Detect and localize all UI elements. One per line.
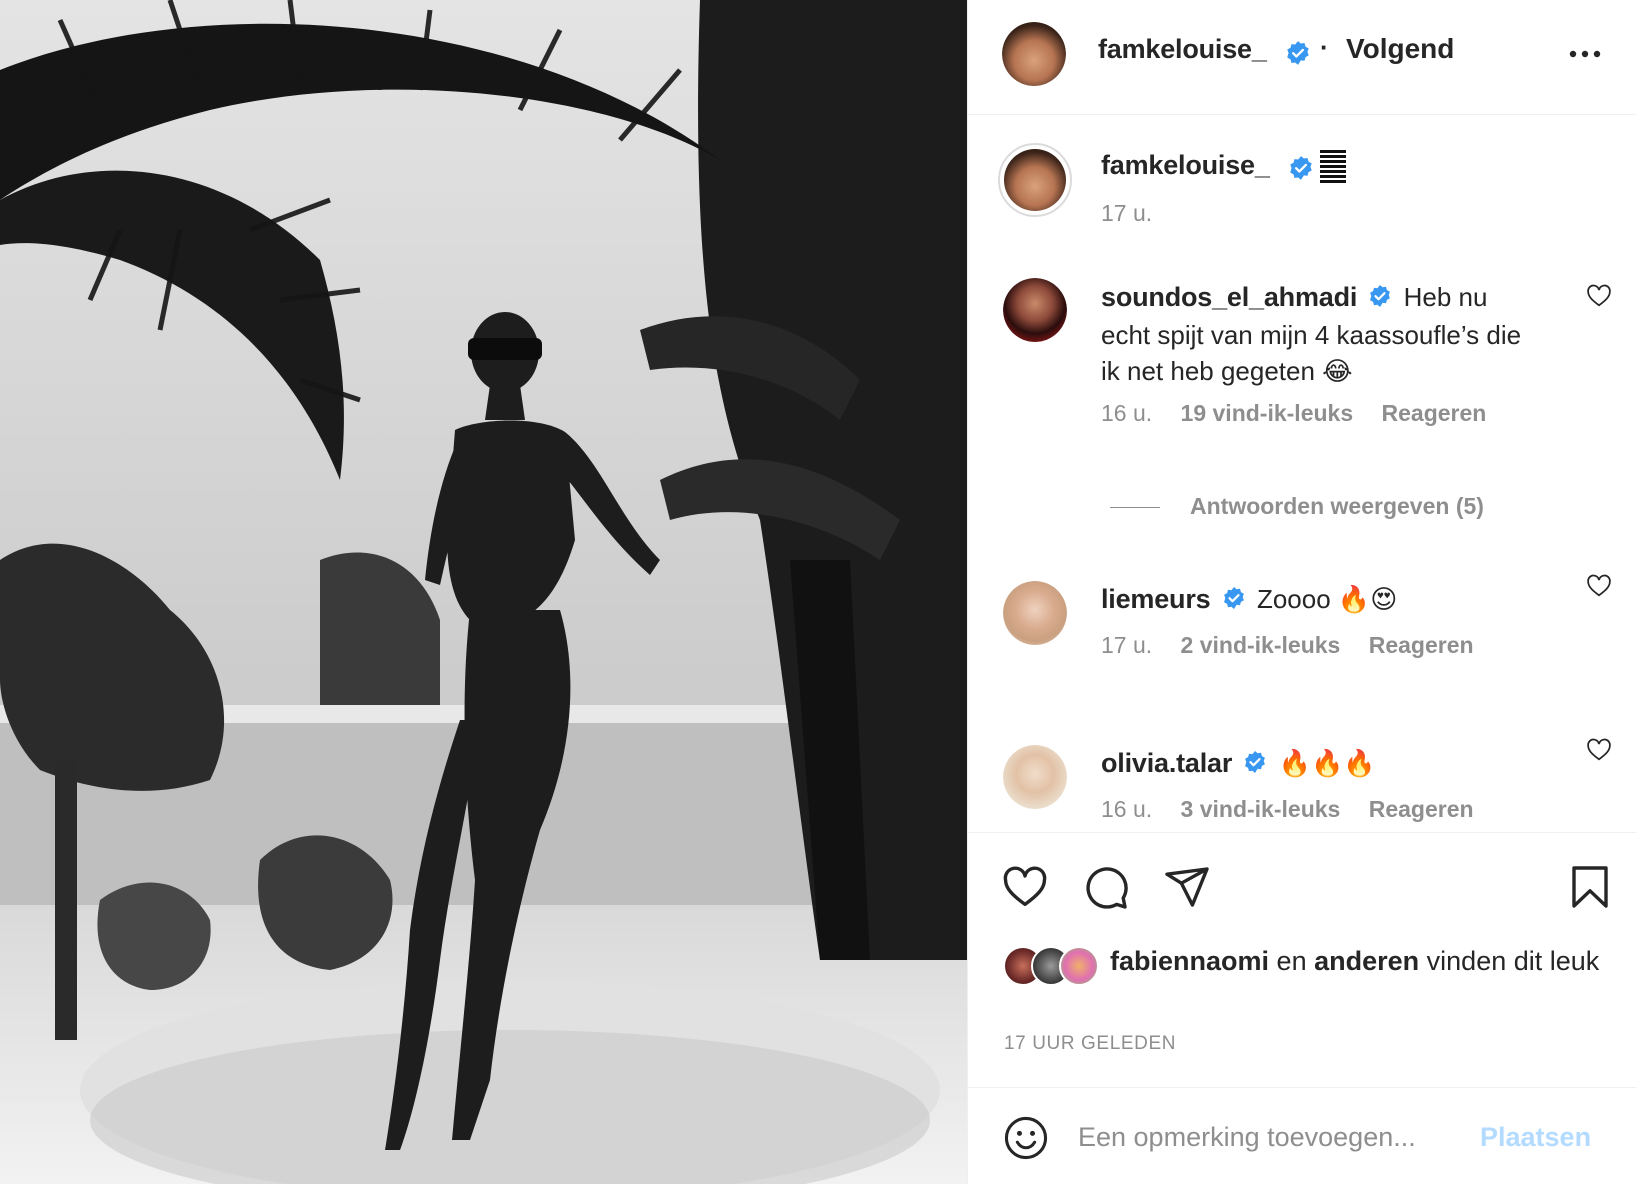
comment-input[interactable] xyxy=(1078,1116,1458,1158)
verified-badge-icon xyxy=(1288,155,1314,186)
comment-text: Zoooo 🔥😍 xyxy=(1256,584,1398,614)
reply-button[interactable]: Reageren xyxy=(1369,632,1474,658)
caption-username-link[interactable]: famkelouise_ xyxy=(1101,150,1270,181)
flag-emoji-icon xyxy=(1320,149,1346,188)
commenter-avatar[interactable] xyxy=(1003,278,1067,342)
commenter-avatar[interactable] xyxy=(1003,745,1067,809)
commenter-username-link[interactable]: liemeurs xyxy=(1101,584,1211,614)
comment-likes-link[interactable]: 3 vind-ik-leuks xyxy=(1181,796,1341,822)
more-options-icon[interactable] xyxy=(1565,40,1605,68)
verified-badge-icon xyxy=(1243,747,1267,783)
verified-badge-icon xyxy=(1285,40,1311,71)
caption-time[interactable]: 17 u. xyxy=(1101,200,1152,227)
comment-body: liemeurs Zoooo 🔥😍 xyxy=(1101,581,1541,619)
post-photo[interactable] xyxy=(0,0,967,1184)
like-comment-heart-icon[interactable] xyxy=(1586,737,1612,761)
comment-bubble-icon[interactable] xyxy=(1082,863,1130,911)
separator-dot: · xyxy=(1320,32,1329,62)
post-header: famkelouise_ · Volgend xyxy=(968,0,1636,115)
comments-list[interactable]: famkelouise_ 17 u. soundos_el_ahmadi Heb… xyxy=(968,115,1636,832)
likes-others-link[interactable]: anderen xyxy=(1314,946,1419,976)
following-button[interactable]: Volgend xyxy=(1346,33,1454,65)
commenter-username-link[interactable]: soundos_el_ahmadi xyxy=(1101,282,1357,312)
comment-likes-link[interactable]: 2 vind-ik-leuks xyxy=(1181,632,1341,658)
reply-button[interactable]: Reageren xyxy=(1369,796,1474,822)
liked-by-summary: fabiennaomi en anderen vinden dit leuk xyxy=(1110,943,1610,979)
verified-badge-icon xyxy=(1222,583,1246,619)
liked-by-connector: en xyxy=(1276,946,1307,976)
bookmark-icon[interactable] xyxy=(1566,863,1614,911)
comment-text: 🔥🔥🔥 xyxy=(1278,748,1376,778)
reply-button[interactable]: Reageren xyxy=(1382,400,1487,426)
liker-username-link[interactable]: fabiennaomi xyxy=(1110,946,1269,976)
liker-avatars[interactable] xyxy=(1003,946,1113,986)
verified-badge-icon xyxy=(1368,281,1392,317)
commenter-avatar[interactable] xyxy=(1003,581,1067,645)
heart-icon[interactable] xyxy=(1001,863,1049,911)
author-avatar[interactable] xyxy=(1002,22,1066,86)
comment-body: olivia.talar 🔥🔥🔥 xyxy=(1101,745,1541,783)
paper-plane-icon[interactable] xyxy=(1163,863,1211,911)
comment-time[interactable]: 17 u. xyxy=(1101,632,1152,658)
smiley-icon[interactable] xyxy=(1003,1115,1049,1161)
like-comment-heart-icon[interactable] xyxy=(1586,283,1612,307)
post-sidebar: famkelouise_ · Volgend famkelouise_ 17 u… xyxy=(967,0,1636,1184)
like-comment-heart-icon[interactable] xyxy=(1586,573,1612,597)
post-comment-button[interactable]: Plaatsen xyxy=(1480,1122,1591,1153)
comment-meta: 16 u. 3 vind-ik-leuks Reageren xyxy=(1101,796,1496,823)
author-username-link[interactable]: famkelouise_ xyxy=(1098,34,1267,65)
comment-time[interactable]: 16 u. xyxy=(1101,400,1152,426)
caption-author-avatar[interactable] xyxy=(998,143,1072,217)
add-comment-bar: Plaatsen xyxy=(968,1087,1636,1184)
liked-by-suffix: vinden dit leuk xyxy=(1426,946,1600,976)
liker-avatar xyxy=(1059,946,1099,986)
photo-illustration xyxy=(0,0,967,1184)
comment-meta: 17 u. 2 vind-ik-leuks Reageren xyxy=(1101,632,1496,659)
comment-body: soundos_el_ahmadi Heb nu echt spijt van … xyxy=(1101,279,1541,389)
post-actions: fabiennaomi en anderen vinden dit leuk 1… xyxy=(968,832,1636,1087)
post-timestamp[interactable]: 17 UUR GELEDEN xyxy=(1004,1033,1176,1055)
replies-divider-line xyxy=(1110,507,1160,509)
view-replies-label: Antwoorden weergeven (5) xyxy=(1190,493,1484,519)
comment-time[interactable]: 16 u. xyxy=(1101,796,1152,822)
comment-meta: 16 u. 19 vind-ik-leuks Reageren xyxy=(1101,400,1508,427)
comment-likes-link[interactable]: 19 vind-ik-leuks xyxy=(1181,400,1354,426)
commenter-username-link[interactable]: olivia.talar xyxy=(1101,748,1232,778)
view-replies-button[interactable]: Antwoorden weergeven (5) xyxy=(1110,493,1484,520)
